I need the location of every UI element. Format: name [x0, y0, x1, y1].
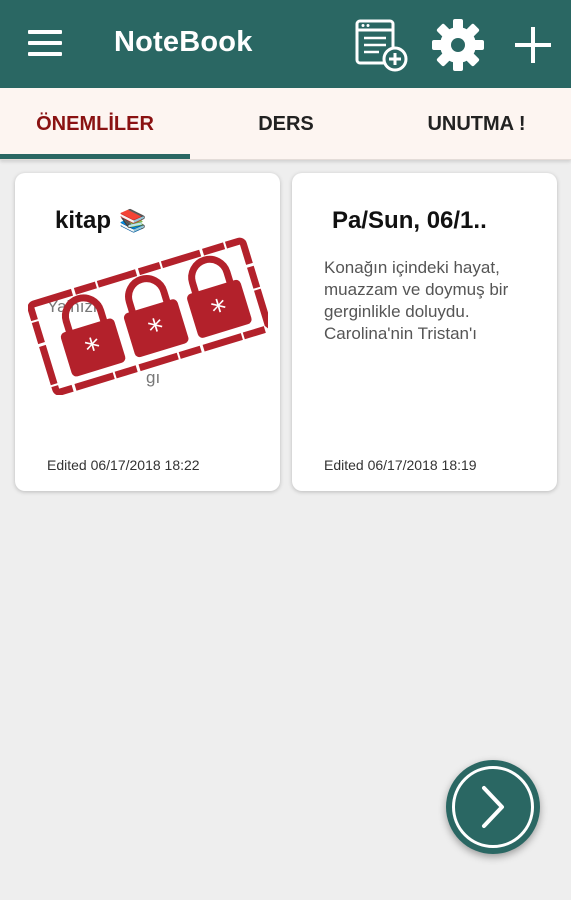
padlock-stamp-icon: * * * — [27, 235, 272, 400]
chevron-right-icon — [482, 786, 504, 828]
tab-bar: ÖNEMLİLER DERS UNUTMA ! — [0, 88, 571, 160]
gear-icon[interactable] — [430, 17, 486, 73]
app-bar: NoteBook — [0, 0, 571, 88]
note-body-preview: Konağın içindeki hayat, muazzam ve doymu… — [324, 258, 509, 343]
new-note-icon[interactable] — [353, 17, 409, 73]
note-card-kitap[interactable]: kitap 📚 Yalnızk gı * * * Edited 06/17/20 — [15, 173, 280, 491]
note-card-pa-sun[interactable]: Pa/Sun, 06/1.. Konağın içindeki hayat, m… — [292, 173, 557, 491]
note-title: kitap 📚 — [55, 207, 280, 235]
hamburger-menu-icon[interactable] — [28, 30, 62, 56]
tab-unutma[interactable]: UNUTMA ! — [382, 88, 571, 160]
app-title: NoteBook — [114, 26, 253, 58]
active-tab-indicator — [0, 154, 190, 159]
note-title: Pa/Sun, 06/1.. — [332, 207, 487, 234]
tab-onemliler[interactable]: ÖNEMLİLER — [0, 88, 190, 160]
next-fab-button[interactable] — [446, 760, 540, 854]
tab-ders[interactable]: DERS — [190, 88, 382, 160]
note-title-text: kitap — [55, 207, 112, 234]
books-emoji-icon: 📚 — [119, 208, 147, 233]
note-edited-date: Edited 06/17/2018 18:22 — [47, 457, 200, 473]
note-edited-date: Edited 06/17/2018 18:19 — [324, 457, 477, 473]
plus-icon[interactable] — [513, 25, 553, 65]
